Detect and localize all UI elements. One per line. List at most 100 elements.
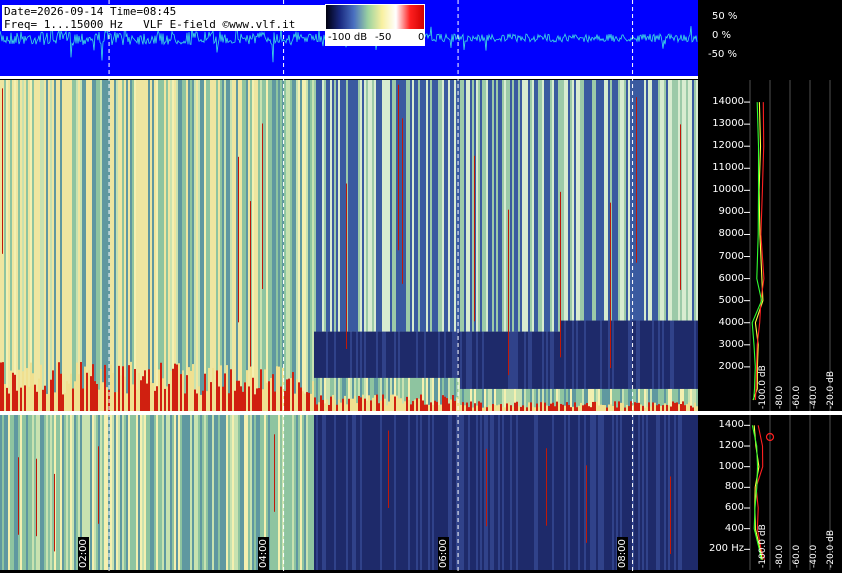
lower-spectrogram-column [548, 415, 550, 570]
upper-spectrogram-column [604, 80, 606, 411]
lower-spectrogram-column [152, 415, 154, 570]
upper-spectrogram-column [434, 80, 436, 411]
lower-spectrogram-column [138, 415, 140, 570]
upper-spectrogram-column [280, 80, 282, 411]
lower-spectrogram-column [130, 415, 132, 570]
lower-spectrogram-column [508, 415, 510, 570]
upper-spectrogram-column [614, 80, 616, 411]
lower-spectrogram-column [60, 415, 62, 570]
lower-spectrogram-column [22, 415, 24, 570]
upper-spectrogram-column [528, 80, 530, 411]
upper-spectrogram-column [138, 80, 140, 411]
lower-spectrogram-column [226, 415, 228, 570]
upper-spectrogram-column [88, 80, 90, 411]
upper-spectrogram-column [624, 80, 626, 411]
upper-spectrogram-column [244, 80, 246, 411]
lower-spectrogram-column [100, 415, 102, 570]
upper-spectrogram-column [52, 80, 54, 411]
lower-spectrogram-column [32, 415, 34, 570]
colorbar-label-min: -100 dB [328, 32, 368, 43]
lower-spectrogram-column [402, 415, 404, 570]
upper-spectrogram-column [324, 80, 326, 411]
upper-spectrogram-column [524, 80, 526, 411]
lower-spectrogram-column [332, 415, 334, 570]
header-date-time: Date=2026-09-14 Time=08:45 [2, 5, 326, 18]
lower-spectrogram-column [408, 415, 410, 570]
upper-spectrogram-column [474, 80, 476, 411]
lower-freq-tick: 600 [724, 502, 744, 513]
upper-spectrogram-column [186, 80, 188, 411]
upper-spectrogram-column [248, 80, 250, 411]
upper-spectrogram-column [690, 80, 692, 411]
upper-spectrogram-column [140, 80, 142, 411]
colorbar-label-mid: -50 [375, 32, 392, 43]
lower-spectrogram-column [560, 415, 562, 570]
lower-spectrogram-column [500, 415, 502, 570]
lower-spectrogram-column [18, 415, 20, 570]
upper-spectrogram-column [272, 80, 274, 411]
lower-spectrogram-column [90, 415, 92, 570]
upper-spectrogram-column [688, 80, 690, 411]
lower-spectrogram-column [122, 415, 124, 570]
lower-spectrogram-column [604, 415, 606, 570]
lower-spectrogram-column [136, 415, 138, 570]
upper-spectrogram-column [638, 80, 640, 411]
upper-spectrogram-column [580, 80, 582, 411]
upper-spectrogram-column [644, 80, 646, 411]
lower-spectrogram-column [274, 415, 276, 570]
upper-spectrogram-column [394, 80, 396, 411]
upper-spectrogram-column [360, 80, 362, 411]
lower-spectrogram-column [638, 415, 640, 570]
lower-spectrogram-column [92, 415, 94, 570]
upper-spectrogram-column [94, 80, 96, 411]
lower-spectrogram-column [504, 415, 506, 570]
lower-spectrogram-column [520, 415, 522, 570]
upper-spectrogram-column [146, 80, 148, 411]
upper-spectrogram-column [196, 80, 198, 411]
upper-spectrogram-column [472, 80, 474, 411]
lower-spectrogram-column [586, 415, 588, 570]
upper-spectrogram-column [284, 80, 286, 411]
lower-spectrogram-column [564, 415, 566, 570]
lower-spectrogram-column [372, 415, 374, 570]
upper-spectrogram-column [172, 80, 174, 411]
upper-spectrogram-column [552, 80, 554, 411]
upper-spectrogram-column [240, 80, 242, 411]
upper-spectrogram-column [534, 80, 536, 411]
lower-spectrogram-column [358, 415, 360, 570]
upper-spectrogram-column [92, 80, 94, 411]
upper-spectrogram-column [180, 80, 182, 411]
upper-spectrogram-column [232, 80, 234, 411]
upper-spectrogram-column [264, 80, 266, 411]
upper-spectrogram-column [664, 80, 666, 411]
time-label-0400: 04:00 [258, 537, 269, 570]
upper-spectrogram-column [292, 80, 294, 411]
lower-spectrogram-column [392, 415, 394, 570]
lower-spectrogram-column [278, 415, 280, 570]
upper-spectrogram-column [198, 80, 200, 411]
lower-freq-tick: 400 [724, 522, 744, 534]
lower-spectrogram-column [582, 415, 584, 570]
upper-spectrogram-column [626, 80, 628, 411]
lower-spectrogram-column [482, 415, 484, 570]
upper-spectrogram-column [332, 80, 334, 411]
upper-spectrogram-column [422, 80, 424, 411]
upper-spectrogram-column [654, 80, 656, 411]
lower-spectrogram-column [470, 415, 472, 570]
lower-spectrum-db-label: -40.0 [809, 544, 819, 568]
upper-spectrogram-column [502, 80, 504, 411]
lower-spectrogram-column [486, 415, 488, 570]
upper-spectrogram-column [696, 80, 698, 411]
lower-spectrogram-column [158, 415, 160, 570]
colorbar-label-max: 0 [418, 32, 425, 43]
upper-spectrogram-column [594, 80, 596, 411]
upper-spectrogram-column [424, 80, 426, 411]
upper-spectrogram-column [298, 80, 300, 411]
lower-spectrogram-column [328, 415, 330, 570]
upper-spectrogram-column [672, 80, 674, 411]
upper-spectrogram-column [680, 80, 682, 411]
upper-freq-tick: 8000 [718, 228, 744, 240]
upper-spectrogram-column [246, 80, 248, 411]
lower-spectrogram-column [546, 415, 548, 570]
upper-spectrogram-column [6, 80, 8, 411]
